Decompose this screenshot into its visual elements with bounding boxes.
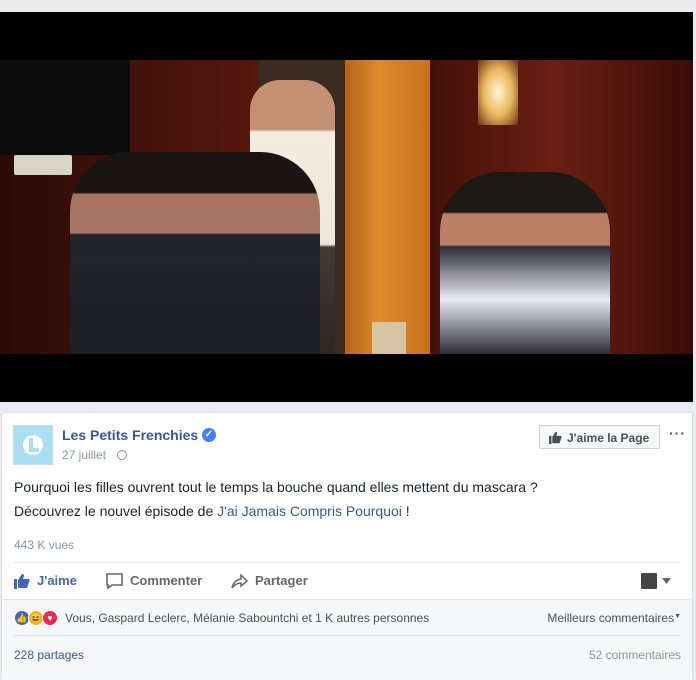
post-text-line1: Pourquoi les filles ouvrent tout le temp… (14, 479, 538, 495)
post-date[interactable]: 27 juillet (62, 448, 106, 462)
divider (14, 562, 680, 563)
comment-sort-dropdown[interactable]: Meilleurs commentaires▼ (547, 611, 681, 625)
comment-icon (106, 573, 123, 589)
like-button[interactable]: J'aime (14, 571, 84, 591)
video-frame (0, 60, 693, 354)
scene-lamp (478, 60, 518, 125)
avatar-logo-icon (23, 435, 43, 455)
verified-badge-icon: ✓ (202, 428, 216, 442)
comments-count[interactable]: 52 commentaires (589, 648, 681, 662)
share-label: Partager (255, 573, 308, 588)
view-count: 443 K vues (14, 538, 75, 552)
thumbs-up-icon (14, 574, 30, 589)
chevron-down-icon (662, 578, 671, 584)
like-page-label: J'aime la Page (567, 431, 650, 445)
comment-button[interactable]: Commenter (106, 571, 211, 591)
post-text-suffix: ! (401, 503, 410, 519)
page-avatar[interactable] (13, 425, 53, 465)
viewer-avatar (641, 573, 657, 589)
comment-sort-label: Meilleurs commentaires (547, 611, 675, 625)
scene-wall-plate (14, 155, 72, 175)
like-page-button[interactable]: J'aime la Page (539, 425, 660, 449)
post-as-selector[interactable] (641, 571, 681, 591)
scene-tv (0, 60, 130, 155)
avatar-logo-foot (29, 448, 39, 452)
comment-label: Commenter (130, 573, 203, 588)
post-text-prefix: Découvrez le nouvel épisode de (14, 503, 218, 519)
share-icon (231, 573, 248, 589)
like-label: J'aime (37, 573, 77, 588)
reaction-icons[interactable]: 👍 😆 ♥ (14, 610, 64, 626)
episode-link[interactable]: J'ai Jamais Compris Pourquoi (217, 503, 402, 519)
post-text-line2: Découvrez le nouvel épisode de J'ai Jama… (14, 503, 410, 519)
love-reaction-icon: ♥ (42, 610, 58, 626)
chevron-down-icon: ▼ (674, 613, 681, 620)
scene-person-right (440, 172, 610, 354)
top-strip (0, 0, 696, 12)
shares-count[interactable]: 228 partages (14, 648, 84, 662)
divider (14, 635, 680, 636)
post-card: Les Petits Frenchies ✓ 27 juillet J'aime… (1, 412, 693, 680)
page-name-link[interactable]: Les Petits Frenchies (62, 427, 198, 443)
reactions-summary[interactable]: Vous, Gaspard Leclerc, Mélanie Sabountch… (65, 611, 429, 625)
scene-person-left (70, 152, 320, 354)
reactions-bar: 👍 😆 ♥ Vous, Gaspard Leclerc, Mélanie Sab… (2, 600, 692, 680)
globe-icon (117, 450, 127, 460)
video-player[interactable] (0, 12, 693, 402)
scene-door (345, 60, 430, 354)
scene-cup (372, 322, 406, 354)
thumbs-up-icon (549, 431, 562, 444)
more-icon[interactable]: ··· (669, 425, 686, 441)
share-button[interactable]: Partager (231, 571, 316, 591)
